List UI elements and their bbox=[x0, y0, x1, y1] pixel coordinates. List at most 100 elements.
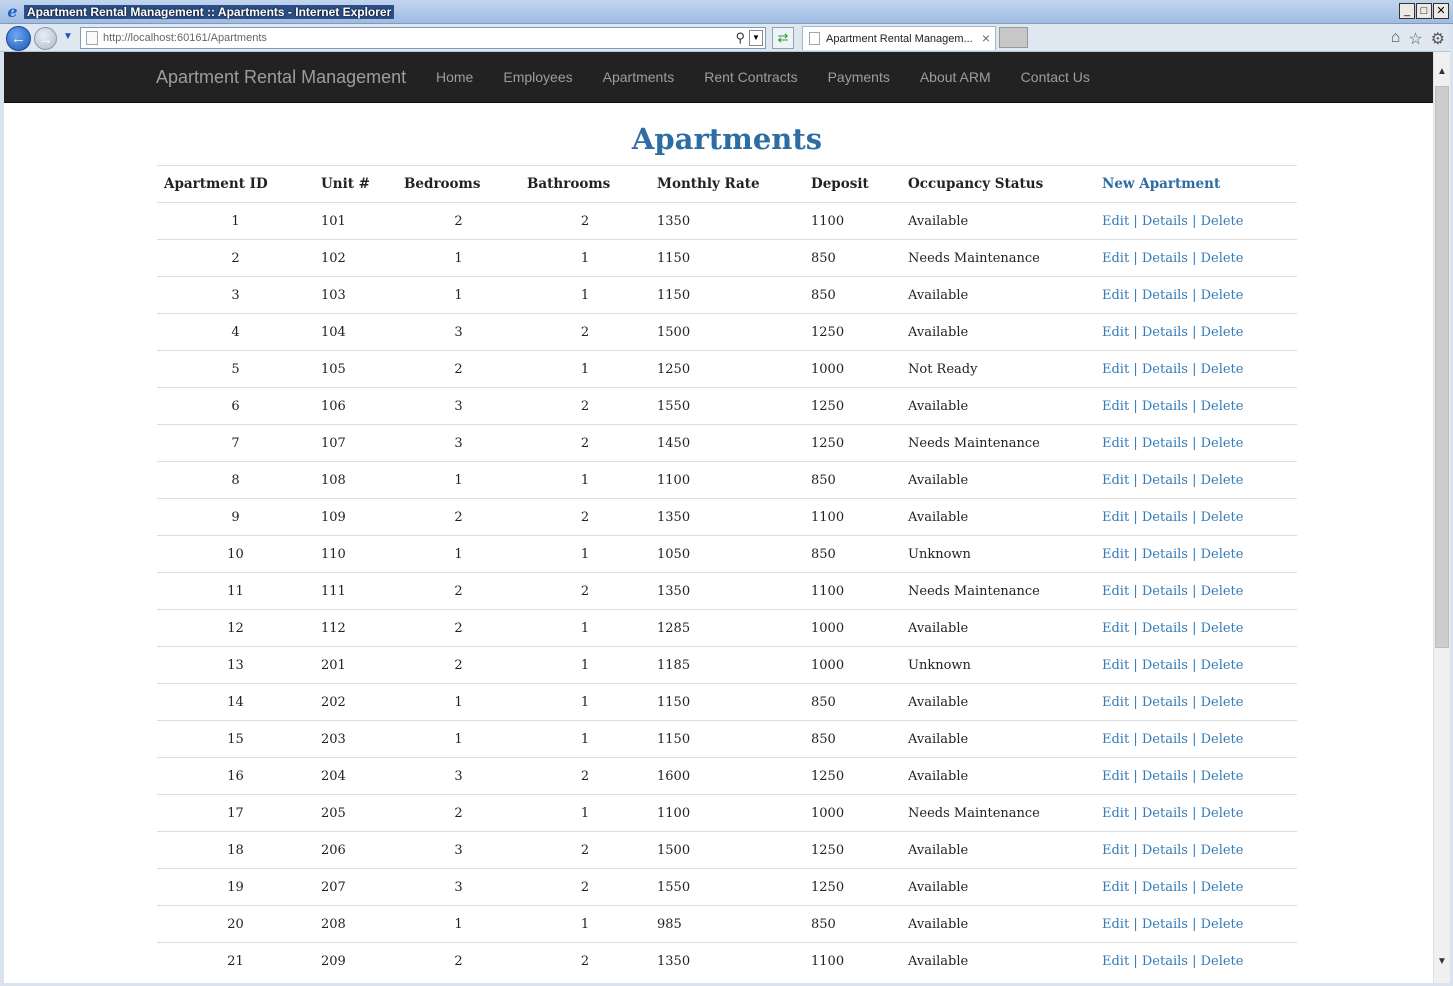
cell-bedrooms: 1 bbox=[397, 276, 520, 314]
details-link[interactable]: Details bbox=[1142, 769, 1188, 784]
cell-unit: 208 bbox=[314, 905, 397, 943]
edit-link[interactable]: Edit bbox=[1102, 732, 1129, 747]
address-bar[interactable]: http://localhost:60161/Apartments ⚲ ▼ bbox=[80, 27, 766, 49]
edit-link[interactable]: Edit bbox=[1102, 917, 1129, 932]
delete-link[interactable]: Delete bbox=[1201, 917, 1244, 932]
scroll-up-icon[interactable]: ▲ bbox=[1437, 66, 1447, 77]
address-input[interactable]: http://localhost:60161/Apartments bbox=[103, 32, 267, 44]
home-icon[interactable]: ⌂ bbox=[1391, 29, 1401, 49]
delete-link[interactable]: Delete bbox=[1201, 769, 1244, 784]
details-link[interactable]: Details bbox=[1142, 288, 1188, 303]
details-link[interactable]: Details bbox=[1142, 806, 1188, 821]
details-link[interactable]: Details bbox=[1142, 399, 1188, 414]
delete-link[interactable]: Delete bbox=[1201, 288, 1244, 303]
details-link[interactable]: Details bbox=[1142, 621, 1188, 636]
nav-link-contact[interactable]: Contact Us bbox=[1021, 69, 1090, 85]
details-link[interactable]: Details bbox=[1142, 473, 1188, 488]
details-link[interactable]: Details bbox=[1142, 547, 1188, 562]
edit-link[interactable]: Edit bbox=[1102, 621, 1129, 636]
action-separator: | bbox=[1187, 657, 1201, 673]
delete-link[interactable]: Delete bbox=[1201, 880, 1244, 895]
delete-link[interactable]: Delete bbox=[1201, 843, 1244, 858]
delete-link[interactable]: Delete bbox=[1201, 251, 1244, 266]
edit-link[interactable]: Edit bbox=[1102, 695, 1129, 710]
delete-link[interactable]: Delete bbox=[1201, 732, 1244, 747]
address-dropdown-icon[interactable]: ▼ bbox=[749, 30, 763, 46]
details-link[interactable]: Details bbox=[1142, 954, 1188, 969]
forward-button[interactable]: → bbox=[34, 27, 57, 50]
nav-link-employees[interactable]: Employees bbox=[503, 69, 572, 85]
delete-link[interactable]: Delete bbox=[1201, 658, 1244, 673]
details-link[interactable]: Details bbox=[1142, 325, 1188, 340]
gear-icon[interactable]: ⚙ bbox=[1431, 29, 1445, 49]
delete-link[interactable]: Delete bbox=[1201, 362, 1244, 377]
details-link[interactable]: Details bbox=[1142, 843, 1188, 858]
details-link[interactable]: Details bbox=[1142, 214, 1188, 229]
details-link[interactable]: Details bbox=[1142, 251, 1188, 266]
edit-link[interactable]: Edit bbox=[1102, 547, 1129, 562]
details-link[interactable]: Details bbox=[1142, 880, 1188, 895]
window-controls: _ □ ✕ bbox=[1399, 3, 1449, 19]
delete-link[interactable]: Delete bbox=[1201, 214, 1244, 229]
scroll-down-icon[interactable]: ▼ bbox=[1437, 956, 1447, 967]
edit-link[interactable]: Edit bbox=[1102, 399, 1129, 414]
history-dropdown-icon[interactable]: ▼ bbox=[63, 31, 73, 42]
back-button[interactable]: ← bbox=[6, 26, 31, 51]
edit-link[interactable]: Edit bbox=[1102, 251, 1129, 266]
details-link[interactable]: Details bbox=[1142, 732, 1188, 747]
delete-link[interactable]: Delete bbox=[1201, 547, 1244, 562]
minimize-button[interactable]: _ bbox=[1399, 3, 1415, 19]
delete-link[interactable]: Delete bbox=[1201, 806, 1244, 821]
edit-link[interactable]: Edit bbox=[1102, 510, 1129, 525]
edit-link[interactable]: Edit bbox=[1102, 473, 1129, 488]
edit-link[interactable]: Edit bbox=[1102, 214, 1129, 229]
table-row: 8 108 1 1 1100 850 Available Edit | Details | D… bbox=[157, 461, 1297, 499]
edit-link[interactable]: Edit bbox=[1102, 436, 1129, 451]
delete-link[interactable]: Delete bbox=[1201, 473, 1244, 488]
edit-link[interactable]: Edit bbox=[1102, 806, 1129, 821]
edit-link[interactable]: Edit bbox=[1102, 658, 1129, 673]
favorites-star-icon[interactable]: ☆ bbox=[1408, 29, 1422, 49]
maximize-button[interactable]: □ bbox=[1416, 3, 1432, 19]
nav-link-apartments[interactable]: Apartments bbox=[603, 69, 675, 85]
browser-tab[interactable]: Apartment Rental Managem... × bbox=[802, 26, 996, 50]
search-icon[interactable]: ⚲ bbox=[735, 30, 745, 46]
nav-link-home[interactable]: Home bbox=[436, 69, 473, 85]
delete-link[interactable]: Delete bbox=[1201, 510, 1244, 525]
delete-link[interactable]: Delete bbox=[1201, 954, 1244, 969]
delete-link[interactable]: Delete bbox=[1201, 584, 1244, 599]
details-link[interactable]: Details bbox=[1142, 695, 1188, 710]
cell-apartment-id: 1 bbox=[157, 202, 314, 240]
edit-link[interactable]: Edit bbox=[1102, 288, 1129, 303]
edit-link[interactable]: Edit bbox=[1102, 880, 1129, 895]
navbar-brand[interactable]: Apartment Rental Management bbox=[156, 67, 406, 88]
details-link[interactable]: Details bbox=[1142, 584, 1188, 599]
details-link[interactable]: Details bbox=[1142, 917, 1188, 932]
edit-link[interactable]: Edit bbox=[1102, 362, 1129, 377]
edit-link[interactable]: Edit bbox=[1102, 954, 1129, 969]
details-link[interactable]: Details bbox=[1142, 362, 1188, 377]
nav-link-rent-contracts[interactable]: Rent Contracts bbox=[704, 69, 797, 85]
scrollbar-thumb[interactable] bbox=[1435, 86, 1449, 648]
edit-link[interactable]: Edit bbox=[1102, 584, 1129, 599]
edit-link[interactable]: Edit bbox=[1102, 769, 1129, 784]
details-link[interactable]: Details bbox=[1142, 510, 1188, 525]
delete-link[interactable]: Delete bbox=[1201, 621, 1244, 636]
delete-link[interactable]: Delete bbox=[1201, 436, 1244, 451]
details-link[interactable]: Details bbox=[1142, 436, 1188, 451]
new-apartment-link[interactable]: New Apartment bbox=[1095, 165, 1297, 203]
nav-link-payments[interactable]: Payments bbox=[828, 69, 890, 85]
cell-deposit: 850 bbox=[804, 535, 901, 573]
close-button[interactable]: ✕ bbox=[1433, 3, 1449, 19]
delete-link[interactable]: Delete bbox=[1201, 325, 1244, 340]
refresh-button[interactable]: ⇄ bbox=[772, 27, 794, 49]
delete-link[interactable]: Delete bbox=[1201, 695, 1244, 710]
details-link[interactable]: Details bbox=[1142, 658, 1188, 673]
new-tab-button[interactable] bbox=[999, 27, 1028, 48]
delete-link[interactable]: Delete bbox=[1201, 399, 1244, 414]
edit-link[interactable]: Edit bbox=[1102, 843, 1129, 858]
edit-link[interactable]: Edit bbox=[1102, 325, 1129, 340]
nav-link-about[interactable]: About ARM bbox=[920, 69, 991, 85]
vertical-scrollbar[interactable]: ▲ ▼ bbox=[1433, 52, 1450, 983]
tab-close-icon[interactable]: × bbox=[982, 30, 990, 46]
